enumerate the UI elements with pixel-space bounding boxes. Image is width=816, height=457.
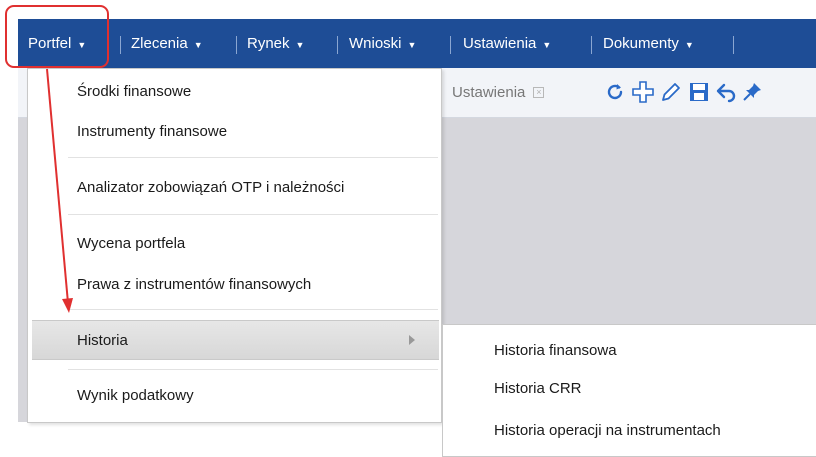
chevron-down-icon: ▼	[684, 39, 694, 50]
menu-item-label: Prawa z instrumentów finansowych	[77, 275, 312, 293]
menu-divider	[68, 309, 438, 310]
submenu-item-historia-crr[interactable]: Historia CRR	[443, 370, 816, 406]
menu-divider	[68, 157, 438, 158]
menu-divider	[591, 36, 592, 54]
chevron-right-icon	[409, 335, 415, 345]
chevron-down-icon: ▼	[193, 39, 203, 50]
menu-item-label: Wynik podatkowy	[77, 386, 194, 404]
menu-portfel-label: Portfel	[28, 35, 72, 52]
historia-submenu: Historia finansowa Historia CRR Historia…	[442, 324, 816, 457]
chevron-down-icon: ▼	[407, 39, 417, 50]
menu-item-label: Środki finansowe	[77, 82, 192, 100]
menu-item-wynik-podatkowy[interactable]: Wynik podatkowy	[28, 375, 441, 415]
menu-zlecenia[interactable]: Zlecenia ▼	[131, 19, 203, 68]
menu-divider	[337, 36, 338, 54]
menu-divider	[733, 36, 734, 54]
menu-divider	[450, 36, 451, 54]
refresh-icon[interactable]	[603, 79, 627, 105]
menu-dokumenty-label: Dokumenty	[603, 35, 679, 52]
menu-item-label: Historia	[77, 331, 128, 349]
menu-item-historia[interactable]: Historia	[32, 320, 439, 360]
menu-portfel[interactable]: Portfel ▼	[28, 19, 86, 68]
menu-ustawienia-label: Ustawienia	[463, 35, 537, 52]
menu-rynek-label: Rynek	[247, 35, 290, 52]
menu-divider	[68, 369, 438, 370]
menu-divider	[68, 214, 438, 215]
menu-item-srodki-finansowe[interactable]: Środki finansowe	[28, 71, 441, 111]
menu-item-instrumenty-finansowe[interactable]: Instrumenty finansowe	[28, 111, 441, 151]
submenu-item-label: Historia operacji na instrumentach	[494, 421, 721, 439]
menu-divider	[236, 36, 237, 54]
submenu-item-historia-operacji[interactable]: Historia operacji na instrumentach	[443, 412, 816, 448]
submenu-item-label: Historia CRR	[494, 379, 582, 397]
menu-item-label: Instrumenty finansowe	[77, 122, 228, 140]
menu-item-label: Wycena portfela	[77, 234, 186, 252]
undo-icon[interactable]	[714, 79, 738, 105]
menu-dokumenty[interactable]: Dokumenty ▼	[603, 19, 694, 68]
menu-wnioski[interactable]: Wnioski ▼	[349, 19, 416, 68]
chevron-down-icon: ▼	[77, 39, 87, 50]
menu-item-wycena-portfela[interactable]: Wycena portfela	[28, 223, 441, 263]
tab-ustawienia-label: Ustawienia	[452, 83, 526, 101]
menu-wnioski-label: Wnioski	[349, 35, 402, 52]
menu-item-label: Analizator zobowiązań OTP i należności	[77, 178, 345, 196]
edit-icon[interactable]	[659, 79, 683, 105]
chevron-down-icon: ▼	[295, 39, 305, 50]
chevron-down-icon: ▼	[542, 39, 552, 50]
menu-divider	[120, 36, 121, 54]
menu-rynek[interactable]: Rynek ▼	[247, 19, 304, 68]
menu-zlecenia-label: Zlecenia	[131, 35, 188, 52]
save-icon[interactable]	[687, 79, 711, 105]
pin-icon[interactable]	[740, 79, 764, 105]
close-icon[interactable]: ×	[533, 86, 545, 98]
tab-ustawienia[interactable]: Ustawienia ×	[452, 80, 545, 104]
menu-ustawienia[interactable]: Ustawienia ▼	[463, 19, 551, 68]
menu-item-prawa-z-instrumentow[interactable]: Prawa z instrumentów finansowych	[28, 264, 441, 304]
menu-item-analizator[interactable]: Analizator zobowiązań OTP i należności	[28, 167, 441, 207]
main-menubar: Portfel ▼ Zlecenia ▼ Rynek ▼ Wnioski ▼ U…	[18, 19, 816, 68]
add-icon[interactable]	[631, 79, 655, 105]
portfel-dropdown-menu: Środki finansowe Instrumenty finansowe A…	[27, 68, 442, 423]
submenu-item-label: Historia finansowa	[494, 341, 617, 359]
submenu-item-historia-finansowa[interactable]: Historia finansowa	[443, 332, 816, 368]
